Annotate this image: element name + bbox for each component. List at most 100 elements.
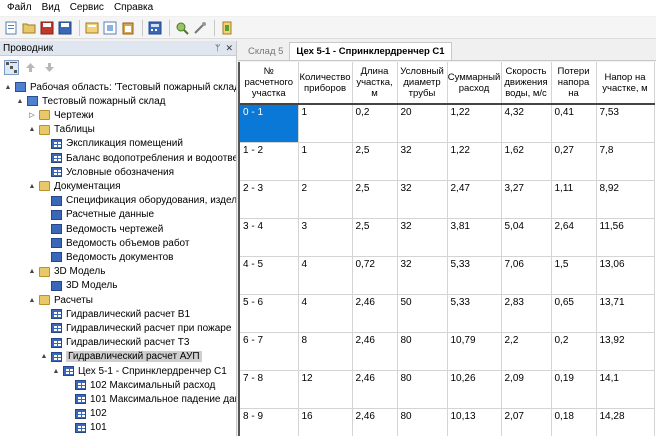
menu-file[interactable]: Файл <box>2 0 37 16</box>
calculate-icon[interactable] <box>147 20 163 36</box>
tree-item[interactable]: 3D Модель <box>40 279 117 293</box>
table-cell[interactable]: 2,09 <box>501 370 552 409</box>
search-icon[interactable] <box>174 20 190 36</box>
menu-view[interactable]: Вид <box>37 0 65 16</box>
tree-item[interactable]: Условные обозначения <box>40 165 174 179</box>
table-cell[interactable]: 32 <box>397 256 448 295</box>
tree-item[interactable]: ▲ Расчеты <box>28 293 93 307</box>
table-cell[interactable]: 2,2 <box>501 332 552 371</box>
column-header[interactable]: Количество приборов <box>298 62 353 105</box>
table-cell[interactable]: 14,28 <box>596 408 655 436</box>
collapse-arrow-icon[interactable]: ▲ <box>16 98 24 105</box>
table-cell[interactable]: 2,83 <box>501 294 552 333</box>
table-cell[interactable]: 2,07 <box>501 408 552 436</box>
table-cell[interactable]: 12 <box>298 370 353 409</box>
table-cell[interactable]: 14,1 <box>596 370 655 409</box>
tree-view-icon[interactable] <box>4 59 19 75</box>
tree-item[interactable]: Спецификация оборудования, изделий и мат… <box>40 194 236 208</box>
tab-warehouse-5[interactable]: Склад 5 <box>242 43 289 60</box>
export-icon[interactable] <box>219 20 235 36</box>
table-cell[interactable]: 32 <box>397 218 448 257</box>
column-header[interactable]: Суммарный расход <box>447 62 502 105</box>
table-cell[interactable]: 4 <box>298 294 353 333</box>
tree-item[interactable]: ▷ Чертежи <box>28 108 93 122</box>
table-cell[interactable]: 1 - 2 <box>240 142 299 181</box>
table-cell[interactable]: 7,06 <box>501 256 552 295</box>
table-cell[interactable]: 10,13 <box>447 408 502 436</box>
table-cell[interactable]: 50 <box>397 294 448 333</box>
table-cell[interactable]: 1 <box>298 142 353 181</box>
table-cell[interactable]: 11,56 <box>596 218 655 257</box>
table-cell[interactable]: 3,81 <box>447 218 502 257</box>
table-cell[interactable]: 13,71 <box>596 294 655 333</box>
tree-item[interactable]: ▲ Гидравлический расчет АУП <box>40 350 202 364</box>
table-cell[interactable]: 2,46 <box>352 408 398 436</box>
table-cell[interactable]: 2,5 <box>352 142 398 181</box>
table-cell[interactable]: 0,72 <box>352 256 398 295</box>
table-cell[interactable]: 16 <box>298 408 353 436</box>
collapse-arrow-icon[interactable]: ▲ <box>28 183 36 190</box>
table-cell[interactable]: 2,47 <box>447 180 502 219</box>
table-cell[interactable]: 10,26 <box>447 370 502 409</box>
save-as-icon[interactable] <box>57 20 73 36</box>
open-icon[interactable] <box>21 20 37 36</box>
table-cell[interactable]: 1,62 <box>501 142 552 181</box>
table-cell[interactable]: 8,92 <box>596 180 655 219</box>
tree-item[interactable]: ▲ Тестовый пожарный склад <box>16 94 166 108</box>
table-cell[interactable]: 2 <box>298 180 353 219</box>
tree-item[interactable]: 102 <box>64 407 107 421</box>
tree-item[interactable]: Гидравлический расчет при пожаре <box>40 321 231 335</box>
table-cell[interactable]: 0 - 1 <box>240 104 299 143</box>
table-cell[interactable]: 80 <box>397 408 448 436</box>
table-cell[interactable]: 1,5 <box>551 256 597 295</box>
table-cell[interactable]: 3 <box>298 218 353 257</box>
table-cell[interactable]: 20 <box>397 104 448 143</box>
table-cell[interactable]: 7,8 <box>596 142 655 181</box>
table-cell[interactable]: 8 <box>298 332 353 371</box>
table-cell[interactable]: 1,11 <box>551 180 597 219</box>
tree-item[interactable]: 101 Максимальное падение давления <box>64 392 236 406</box>
table-cell[interactable]: 0,18 <box>551 408 597 436</box>
table-cell[interactable]: 0,2 <box>551 332 597 371</box>
column-header[interactable]: Условный диаметр трубы <box>397 62 448 105</box>
table-cell[interactable]: 80 <box>397 370 448 409</box>
table-cell[interactable]: 0,41 <box>551 104 597 143</box>
pin-icon[interactable]: ᛘ <box>215 43 220 54</box>
tree-item[interactable]: 102 Максимальный расход <box>64 378 215 392</box>
table-cell[interactable]: 10,79 <box>447 332 502 371</box>
table-cell[interactable]: 2,5 <box>352 180 398 219</box>
table-cell[interactable]: 5,33 <box>447 294 502 333</box>
table-cell[interactable]: 2,64 <box>551 218 597 257</box>
tree-item[interactable]: ▲ Таблицы <box>28 123 95 137</box>
table-cell[interactable]: 8 - 9 <box>240 408 299 436</box>
tree-item[interactable]: Баланс водопотребления и водоотведения <box>40 151 236 165</box>
table-cell[interactable]: 7 - 8 <box>240 370 299 409</box>
tree-item[interactable]: ▲ 3D Модель <box>28 265 106 279</box>
tree-item[interactable]: Ведомость чертежей <box>40 222 163 236</box>
column-header[interactable]: Скорость движения воды, м/с <box>501 62 552 105</box>
table-cell[interactable]: 7,53 <box>596 104 655 143</box>
table-cell[interactable]: 0,2 <box>352 104 398 143</box>
collapse-arrow-icon[interactable]: ▲ <box>40 353 48 360</box>
tree-item[interactable]: ▲ Цех 5-1 - Спринклердренчер С1 <box>52 364 227 378</box>
table-cell[interactable]: 2,5 <box>352 218 398 257</box>
table-cell[interactable]: 2,46 <box>352 332 398 371</box>
copy-icon[interactable] <box>102 20 118 36</box>
table-cell[interactable]: 32 <box>397 142 448 181</box>
tree-item[interactable]: Расчетные данные <box>40 208 154 222</box>
table-cell[interactable]: 4 <box>298 256 353 295</box>
collapse-arrow-icon[interactable]: ▲ <box>4 84 12 91</box>
tab-workshop-5-1[interactable]: Цех 5-1 - Спринклердренчер С1 <box>289 42 452 60</box>
table-cell[interactable]: 0,19 <box>551 370 597 409</box>
table-cell[interactable]: 2,46 <box>352 294 398 333</box>
table-cell[interactable]: 1,22 <box>447 142 502 181</box>
column-header[interactable]: Длина участка, м <box>352 62 398 105</box>
tree-item[interactable]: Экспликация помещений <box>40 137 183 151</box>
table-cell[interactable]: 3 - 4 <box>240 218 299 257</box>
new-icon[interactable] <box>3 20 19 36</box>
paste-icon[interactable] <box>120 20 136 36</box>
collapse-arrow-icon[interactable]: ▲ <box>28 297 36 304</box>
table-cell[interactable]: 2,46 <box>352 370 398 409</box>
menu-service[interactable]: Сервис <box>65 0 109 16</box>
table-cell[interactable]: 0,27 <box>551 142 597 181</box>
